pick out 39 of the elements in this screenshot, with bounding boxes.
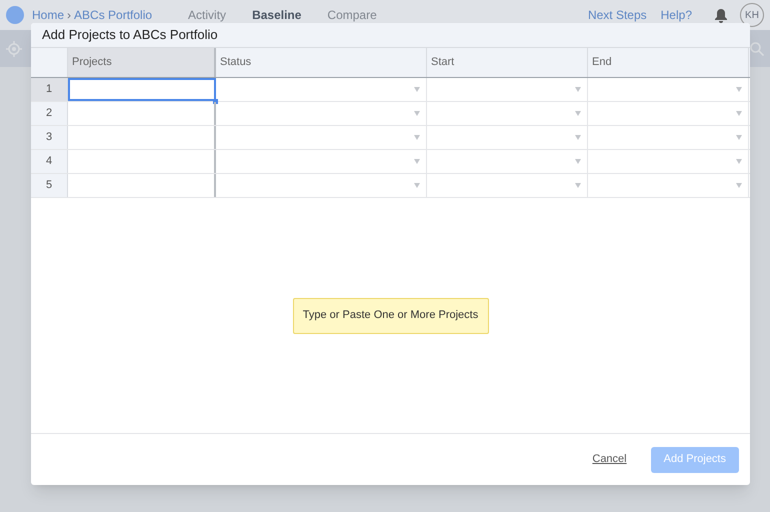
caret-icon	[736, 183, 742, 188]
nav-tab[interactable]: Activity	[188, 6, 226, 24]
caret-icon	[736, 87, 742, 92]
nav-tab[interactable]: Compare	[327, 6, 377, 24]
caret-icon	[414, 135, 420, 140]
row-number: 1	[31, 78, 68, 101]
caret-icon	[575, 87, 581, 92]
nav-tab[interactable]: Baseline	[252, 6, 302, 24]
nav-link[interactable]: Help?	[660, 6, 692, 24]
dialog-title: Add Projects to ABCs Portfolio	[31, 23, 750, 47]
caret-icon	[575, 183, 581, 188]
caret-icon	[575, 111, 581, 116]
caret-icon	[414, 111, 420, 116]
caret-icon	[736, 111, 742, 116]
caret-icon	[575, 135, 581, 140]
column-header[interactable]: Projects	[68, 48, 216, 77]
breadcrumb-link[interactable]: Home	[32, 6, 64, 24]
caret-icon	[414, 87, 420, 92]
fill-handle[interactable]	[213, 99, 218, 104]
logo-icon[interactable]	[6, 6, 24, 24]
caret-icon	[414, 183, 420, 188]
row-number: 5	[31, 174, 68, 197]
caret-icon	[414, 159, 420, 164]
caret-icon	[736, 135, 742, 140]
row-number: 3	[31, 126, 68, 149]
column-header[interactable]: Start	[427, 48, 588, 77]
cancel-link[interactable]: Cancel	[592, 451, 627, 468]
breadcrumb-separator: ›	[67, 7, 72, 24]
bell-icon[interactable]	[714, 8, 728, 22]
row-number: 2	[31, 102, 68, 125]
caret-icon	[736, 159, 742, 164]
nav-link[interactable]: Next Steps	[588, 6, 647, 24]
column-header[interactable]: Status	[216, 48, 427, 77]
row-number: 4	[31, 150, 68, 173]
column-header[interactable]: End	[588, 48, 749, 77]
caret-icon	[575, 159, 581, 164]
hint-message: Type or Paste One or More Projects	[292, 298, 488, 334]
breadcrumb-link[interactable]: ABCs Portfolio	[74, 6, 152, 24]
table-cell[interactable]	[68, 78, 216, 101]
